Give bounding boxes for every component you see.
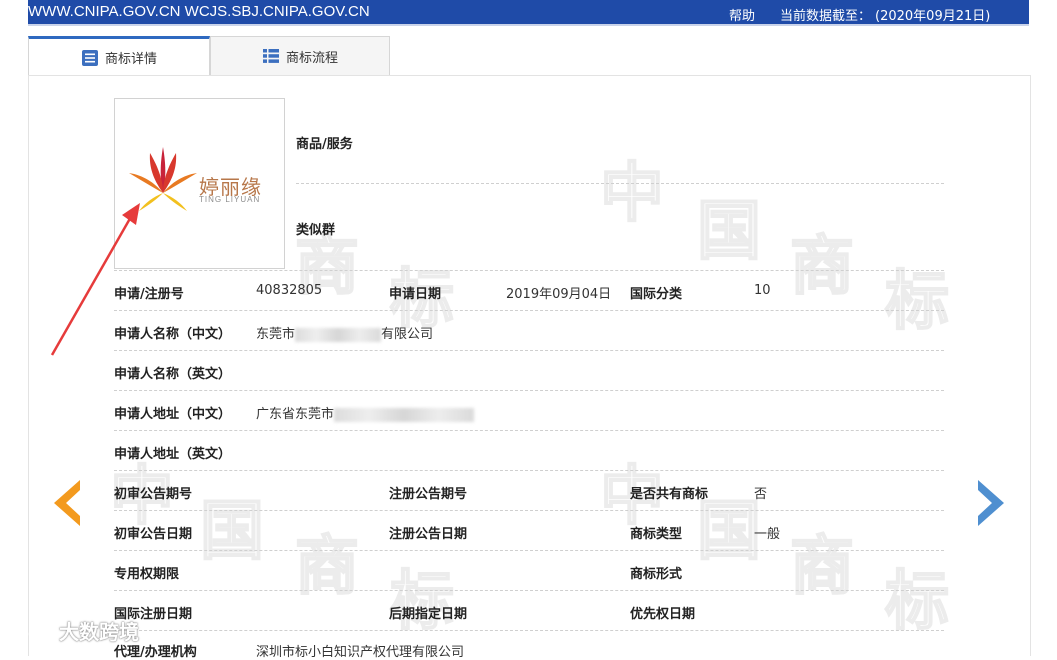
- logo-brand-en: TING LIYUAN: [199, 195, 261, 204]
- redacted-block: [295, 327, 382, 342]
- later-designation-label: 后期指定日期: [389, 607, 468, 622]
- divider: [114, 270, 944, 271]
- detail-list-icon: [81, 49, 98, 66]
- data-as-of-label: 当前数据截至：: [780, 9, 872, 24]
- watermark-char: 商: [294, 528, 360, 605]
- apply-date-value: 2019年09月04日: [506, 287, 612, 302]
- prelim-pub-date-label: 初审公告日期: [114, 527, 193, 542]
- applicant-cn-prefix: 东莞市: [256, 327, 296, 342]
- divider: [114, 590, 944, 591]
- divider: [296, 183, 944, 184]
- divider: [114, 510, 944, 511]
- watermark-char: 标: [884, 563, 950, 640]
- tab-trademark-detail[interactable]: 商标详情: [28, 36, 210, 76]
- watermark-char: 商: [789, 228, 855, 305]
- applicant-cn-value: 东莞市 有限公司: [256, 323, 433, 342]
- similar-group-label: 类似群: [296, 223, 336, 238]
- divider: [114, 630, 944, 631]
- watermark-char: 标: [389, 563, 455, 640]
- divider: [114, 430, 944, 431]
- intl-class-value: 10: [754, 283, 771, 298]
- tm-type-value: 一般: [754, 527, 781, 542]
- site-urls[interactable]: WWW.CNIPA.GOV.CN WCJS.SBJ.CNIPA.GOV.CN: [28, 3, 370, 20]
- address-en-label: 申请人地址（英文）: [114, 447, 232, 462]
- top-bar: WWW.CNIPA.GOV.CN WCJS.SBJ.CNIPA.GOV.CN 帮…: [28, 0, 1029, 26]
- process-list-icon: [262, 49, 279, 63]
- help-link[interactable]: 帮助: [729, 5, 755, 24]
- tm-form-label: 商标形式: [630, 567, 683, 582]
- reg-pub-date-label: 注册公告日期: [389, 527, 468, 542]
- divider: [114, 350, 944, 351]
- prev-arrow-icon[interactable]: [48, 478, 82, 528]
- data-as-of-date: (2020年09月21日): [875, 9, 991, 24]
- tab-trademark-process[interactable]: 商标流程: [210, 36, 390, 76]
- address-cn-prefix: 广东省东莞市: [256, 407, 335, 422]
- applicant-en-label: 申请人名称（英文）: [114, 367, 232, 382]
- divider: [114, 390, 944, 391]
- intl-class-label: 国际分类: [630, 287, 683, 302]
- next-arrow-icon[interactable]: [976, 478, 1010, 528]
- agent-value: 深圳市标小白知识产权代理有限公司: [256, 645, 465, 660]
- watermark-char: 商: [789, 528, 855, 605]
- brand-watermark: 大数跨境: [8, 616, 139, 645]
- watermark-char: 标: [884, 263, 950, 340]
- watermark-char: 国: [199, 493, 265, 570]
- divider: [114, 310, 944, 311]
- brand-watermark-text: 大数跨境: [58, 620, 139, 644]
- apply-date-label: 申请日期: [389, 287, 442, 302]
- watermark-char: 中: [599, 155, 665, 232]
- reg-no-value: 40832805: [256, 283, 323, 298]
- address-cn-value: 广东省东莞市: [256, 403, 475, 422]
- reg-pub-no-label: 注册公告期号: [389, 487, 468, 502]
- redacted-block: [334, 407, 475, 422]
- tab-label: 商标流程: [285, 50, 338, 66]
- tm-type-label: 商标类型: [630, 527, 683, 542]
- tab-label: 商标详情: [104, 52, 157, 67]
- shared-label: 是否共有商标: [630, 487, 709, 502]
- exclusive-period-label: 专用权期限: [114, 567, 180, 582]
- applicant-cn-suffix: 有限公司: [381, 327, 434, 342]
- data-as-of: 当前数据截至： (2020年09月21日): [780, 5, 990, 24]
- watermark-char: 国: [696, 193, 762, 270]
- tab-bar: 商标详情 商标流程: [28, 36, 390, 76]
- address-cn-label: 申请人地址（中文）: [114, 407, 232, 422]
- divider: [114, 550, 944, 551]
- goods-services-label: 商品/服务: [296, 137, 353, 152]
- shared-value: 否: [754, 487, 768, 502]
- divider: [114, 470, 944, 471]
- annotation-arrow: [50, 203, 140, 356]
- prelim-pub-no-label: 初审公告期号: [114, 487, 193, 502]
- priority-date-label: 优先权日期: [630, 607, 696, 622]
- brand-logo-icon: [8, 624, 52, 643]
